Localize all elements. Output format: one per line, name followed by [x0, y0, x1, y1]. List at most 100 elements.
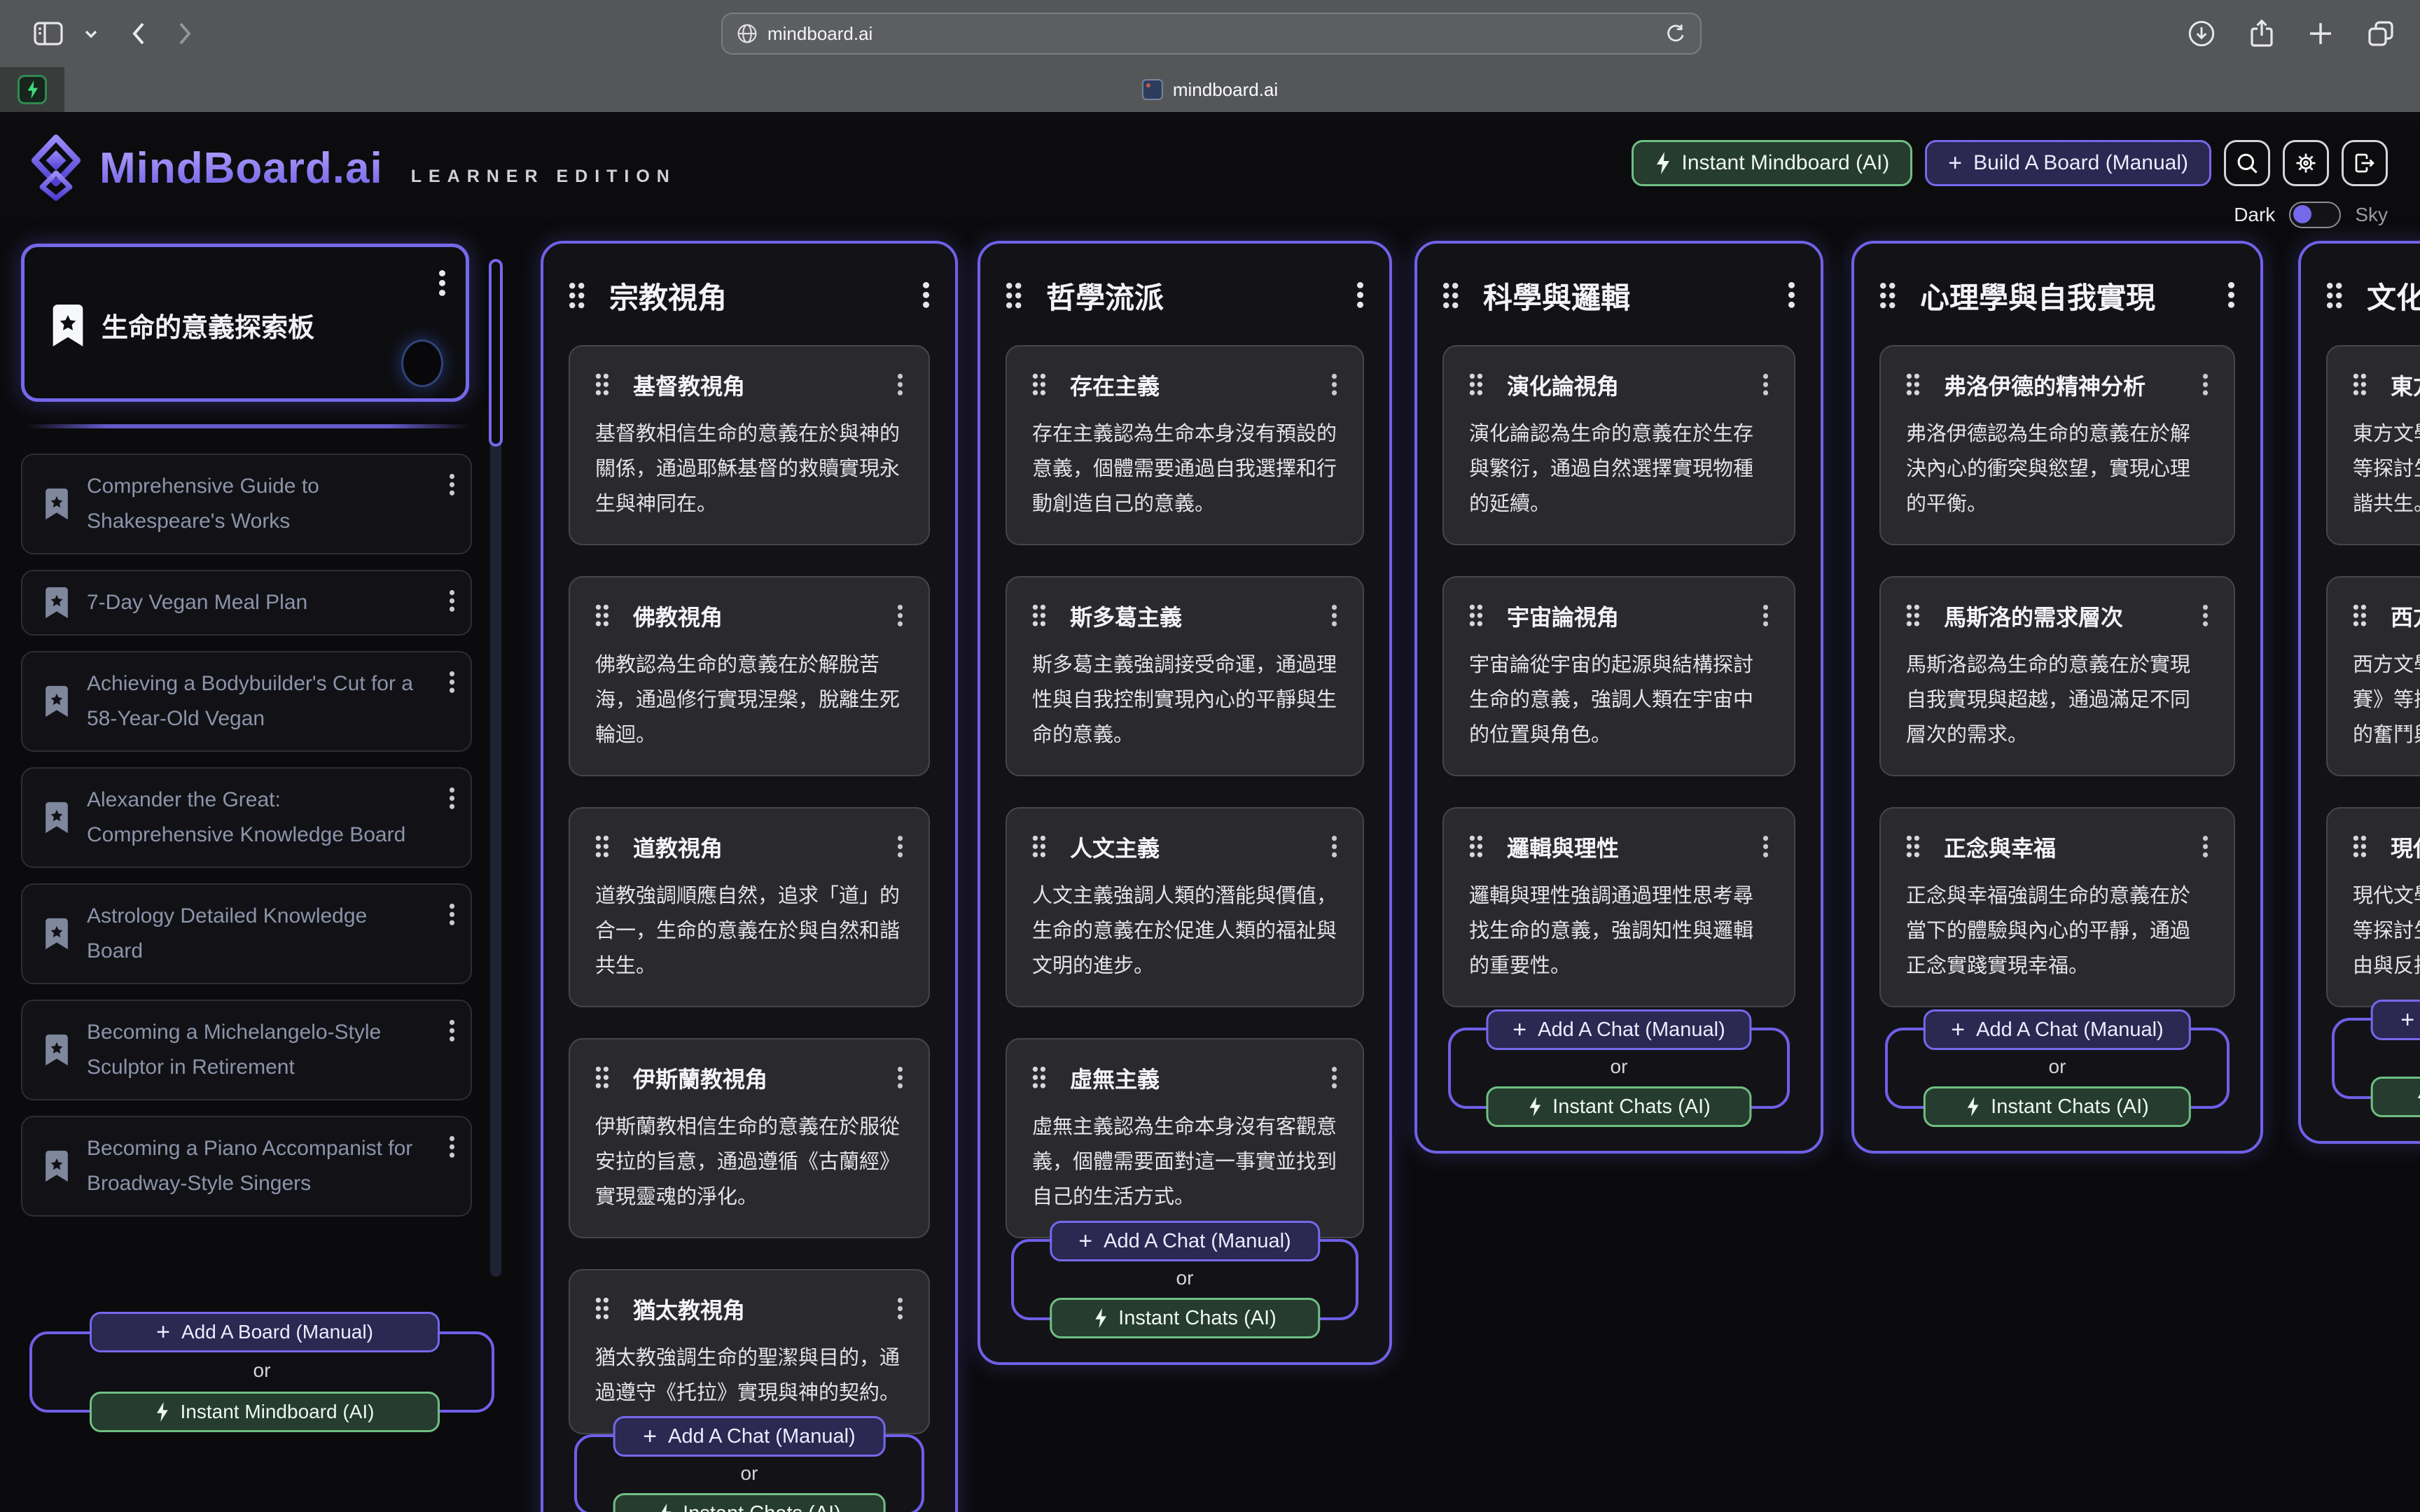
- drag-handle-icon[interactable]: [1906, 604, 1921, 628]
- kebab-menu-icon[interactable]: [1331, 835, 1337, 859]
- drag-handle-icon[interactable]: [1442, 282, 1461, 310]
- chat-card[interactable]: 伊斯蘭教視角 伊斯蘭教相信生命的意義在於服從安拉的旨意，通過遵循《古蘭經》實現靈…: [569, 1038, 930, 1238]
- add-chat-button[interactable]: +Add A Chat (Manual): [1486, 1009, 1751, 1050]
- kebab-menu-icon[interactable]: [1762, 373, 1769, 397]
- drag-handle-icon[interactable]: [1469, 604, 1484, 628]
- back-button[interactable]: [130, 21, 147, 46]
- kebab-menu-icon[interactable]: [922, 281, 930, 311]
- chat-card[interactable]: 正念與幸福 正念與幸福強調生命的意義在於當下的體驗與內心的平靜，通過正念實踐實現…: [1879, 807, 2235, 1007]
- add-chat-button[interactable]: +Add A Chat (Manual): [1924, 1009, 2191, 1050]
- add-chat-button[interactable]: +Add A Chat (Manual): [2371, 1000, 2420, 1040]
- share-icon[interactable]: [2249, 19, 2274, 48]
- drag-handle-icon[interactable]: [1032, 835, 1048, 859]
- drag-handle-icon[interactable]: [1032, 604, 1048, 628]
- kebab-menu-icon[interactable]: [897, 604, 903, 628]
- drag-handle-icon[interactable]: [595, 1066, 611, 1090]
- kebab-menu-icon[interactable]: [897, 373, 903, 397]
- kebab-menu-icon[interactable]: [1762, 604, 1769, 628]
- chat-card[interactable]: 馬斯洛的需求層次 馬斯洛認為生命的意義在於實現自我實現與超越，通過滿足不同層次的…: [1879, 576, 2235, 776]
- add-chat-button[interactable]: +Add A Chat (Manual): [1050, 1221, 1320, 1261]
- kebab-menu-icon[interactable]: [449, 903, 455, 927]
- drag-handle-icon[interactable]: [2326, 282, 2344, 310]
- kebab-menu-icon[interactable]: [897, 1066, 903, 1090]
- instant-mindboard-sidebar-button[interactable]: Instant Mindboard (AI): [90, 1392, 440, 1432]
- kebab-menu-icon[interactable]: [438, 270, 446, 299]
- selected-board-card[interactable]: 生命的意義探索板: [21, 244, 469, 402]
- chat-card[interactable]: 存在主義 存在主義認為生命本身沒有預設的意義，個體需要通過自我選擇和行動創造自己…: [1006, 345, 1364, 545]
- drag-handle-icon[interactable]: [1006, 282, 1024, 310]
- chat-card[interactable]: 人文主義 人文主義強調人類的潛能與價值，生命的意義在於促進人類的福祉與文明的進步…: [1006, 807, 1364, 1007]
- chat-card[interactable]: 虛無主義 虛無主義認為生命本身沒有客觀意義，個體需要面對這一事實並找到自己的生活…: [1006, 1038, 1364, 1238]
- kebab-menu-icon[interactable]: [897, 835, 903, 859]
- instant-mindboard-button[interactable]: Instant Mindboard (AI): [1632, 140, 1912, 186]
- board-list-item[interactable]: Alexander the Great: Comprehensive Knowl…: [21, 767, 472, 868]
- board-list-item[interactable]: Comprehensive Guide to Shakespeare's Wor…: [21, 454, 472, 554]
- kebab-menu-icon[interactable]: [449, 589, 455, 613]
- settings-button[interactable]: [2283, 140, 2329, 186]
- chat-card[interactable]: 演化論視角 演化論認為生命的意義在於生存與繁衍，通過自然選擇實現物種的延續。: [1442, 345, 1795, 545]
- drag-handle-icon[interactable]: [569, 282, 587, 310]
- pinned-tab[interactable]: [0, 67, 64, 112]
- board-list-item[interactable]: Astrology Detailed Knowledge Board: [21, 883, 472, 984]
- sidebar-toggle-icon[interactable]: [34, 21, 63, 46]
- forward-button[interactable]: [176, 21, 193, 46]
- add-board-button[interactable]: + Add A Board (Manual): [90, 1312, 440, 1352]
- chat-card[interactable]: 佛教視角 佛教認為生命的意義在於解脫苦海，通過修行實現涅槃，脫離生死輪迴。: [569, 576, 930, 776]
- drag-handle-icon[interactable]: [595, 1297, 611, 1321]
- kebab-menu-icon[interactable]: [449, 671, 455, 694]
- downloads-icon[interactable]: [2188, 20, 2216, 48]
- instant-chats-button[interactable]: Instant Chats (AI): [1924, 1086, 2191, 1127]
- sidebar-scrollbar-thumb[interactable]: [489, 259, 503, 447]
- drag-handle-icon[interactable]: [1032, 373, 1048, 397]
- chat-card[interactable]: 西方文 西方文學 賽》等探 的奮鬥與: [2326, 576, 2420, 776]
- chat-card[interactable]: 猶太教視角 猶太教強調生命的聖潔與目的，通過遵守《托拉》實現與神的契約。: [569, 1269, 930, 1434]
- board-list-item[interactable]: 7-Day Vegan Meal Plan: [21, 570, 472, 636]
- chat-card[interactable]: 宇宙論視角 宇宙論從宇宙的起源與結構探討生命的意義，強調人類在宇宙中的位置與角色…: [1442, 576, 1795, 776]
- kebab-menu-icon[interactable]: [897, 1297, 903, 1321]
- drag-handle-icon[interactable]: [595, 604, 611, 628]
- drag-handle-icon[interactable]: [595, 373, 611, 397]
- drag-handle-icon[interactable]: [1906, 373, 1921, 397]
- kebab-menu-icon[interactable]: [2202, 835, 2209, 859]
- kebab-menu-icon[interactable]: [449, 473, 455, 497]
- kebab-menu-icon[interactable]: [1356, 281, 1364, 311]
- kebab-menu-icon[interactable]: [449, 787, 455, 811]
- board-list-item[interactable]: Becoming a Piano Accompanist for Broadwa…: [21, 1116, 472, 1217]
- kebab-menu-icon[interactable]: [1331, 1066, 1337, 1090]
- logout-button[interactable]: [2342, 140, 2388, 186]
- kebab-menu-icon[interactable]: [2202, 373, 2209, 397]
- drag-handle-icon[interactable]: [2353, 373, 2368, 397]
- kebab-menu-icon[interactable]: [1331, 604, 1337, 628]
- address-bar[interactable]: mindboard.ai: [721, 13, 1702, 55]
- chat-card[interactable]: 現代文 現代文學 等探討生 由與反抗: [2326, 807, 2420, 1007]
- chat-card[interactable]: 東方文 東方文學 等探討生 諧共生。: [2326, 345, 2420, 545]
- kebab-menu-icon[interactable]: [1788, 281, 1795, 311]
- kebab-menu-icon[interactable]: [2202, 604, 2209, 628]
- chat-card[interactable]: 斯多葛主義 斯多葛主義強調接受命運，通過理性與自我控制實現內心的平靜與生命的意義…: [1006, 576, 1364, 776]
- kebab-menu-icon[interactable]: [449, 1135, 455, 1159]
- instant-chats-button[interactable]: Instant Chats (AI): [1486, 1086, 1751, 1127]
- kebab-menu-icon[interactable]: [449, 1019, 455, 1043]
- chevron-down-icon[interactable]: [84, 27, 98, 40]
- drag-handle-icon[interactable]: [1032, 1066, 1048, 1090]
- chat-card[interactable]: 道教視角 道教強調順應自然，追求「道」的合一，生命的意義在於與自然和諧共生。: [569, 807, 930, 1007]
- instant-chats-button[interactable]: Instant Chats (AI): [2371, 1077, 2420, 1117]
- reload-icon[interactable]: [1665, 23, 1686, 44]
- build-board-button[interactable]: + Build A Board (Manual): [1925, 140, 2211, 186]
- chat-card[interactable]: 基督教視角 基督教相信生命的意義在於與神的關係，通過耶穌基督的救贖實現永生與神同…: [569, 345, 930, 545]
- kebab-menu-icon[interactable]: [1331, 373, 1337, 397]
- kebab-menu-icon[interactable]: [1762, 835, 1769, 859]
- board-list-item[interactable]: Achieving a Bodybuilder's Cut for a 58-Y…: [21, 651, 472, 752]
- drag-handle-icon[interactable]: [1879, 282, 1898, 310]
- drag-handle-icon[interactable]: [2353, 604, 2368, 628]
- add-chat-button[interactable]: +Add A Chat (Manual): [613, 1416, 886, 1457]
- drag-handle-icon[interactable]: [1906, 835, 1921, 859]
- search-button[interactable]: [2224, 140, 2270, 186]
- theme-toggle[interactable]: [2289, 202, 2341, 228]
- board-list-item[interactable]: Becoming a Michelangelo-Style Sculptor i…: [21, 1000, 472, 1100]
- kebab-menu-icon[interactable]: [2227, 281, 2235, 311]
- instant-chats-button[interactable]: Instant Chats (AI): [613, 1493, 886, 1512]
- tab-overview-icon[interactable]: [2367, 20, 2395, 48]
- drag-handle-icon[interactable]: [2353, 835, 2368, 859]
- drag-handle-icon[interactable]: [595, 835, 611, 859]
